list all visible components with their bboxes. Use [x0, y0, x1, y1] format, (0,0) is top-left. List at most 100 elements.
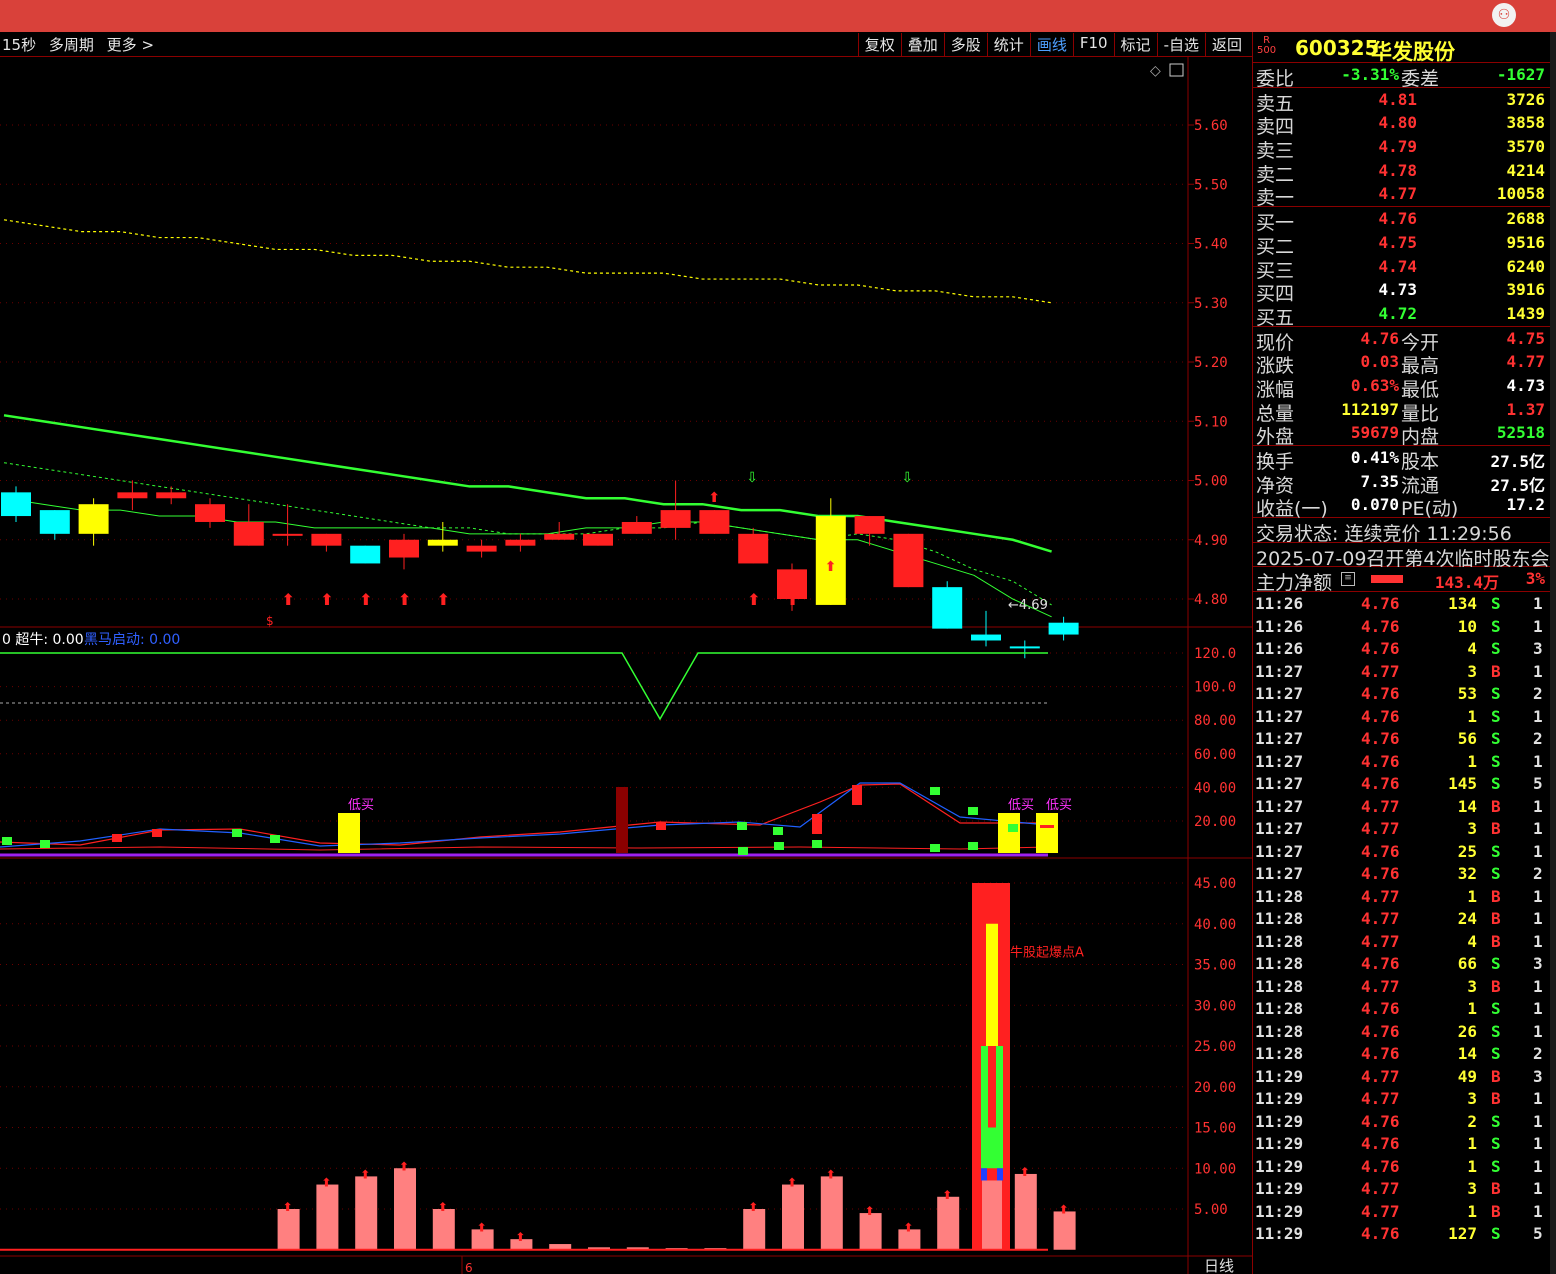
tick-count: 1 [1533, 1201, 1543, 1221]
order-volume: 3726 [1506, 89, 1545, 109]
tick-volume: 1 [1467, 1134, 1477, 1154]
tick-count: 1 [1533, 796, 1543, 816]
tick-price: 4.76 [1361, 684, 1400, 704]
tick-volume: 24 [1457, 909, 1477, 929]
buy-arrow-icon: ⬆ [282, 590, 295, 609]
tick-price: 4.76 [1361, 639, 1400, 659]
draw-line-button[interactable]: 画线 [1029, 33, 1073, 56]
price-tick-label: 5.50 [1194, 177, 1228, 193]
tick-price: 4.76 [1361, 594, 1400, 614]
buy-row: 买一 4.76 2688 [1253, 207, 1556, 234]
tick-row: 11:28 4.76 14 S 2 [1253, 1042, 1556, 1065]
period-15s[interactable]: 15秒 [2, 36, 36, 54]
volume-arrow-icon: ⬆ [438, 1200, 448, 1214]
tick-row: 11:29 4.76 127 S 5 [1253, 1222, 1556, 1245]
indicator-tick-label: 40.00 [1194, 780, 1236, 796]
tick-row: 11:28 4.76 66 S 3 [1253, 952, 1556, 975]
tick-volume: 3 [1467, 1089, 1477, 1109]
more-menu[interactable]: 更多 > [107, 36, 154, 54]
multi-stock-button[interactable]: 多股 [943, 33, 987, 56]
stat-value: 52518 [1496, 423, 1545, 443]
tick-list[interactable]: 11:26 4.76 134 S 1 11:26 4.76 10 S 1 11:26 4.76 4 S 3 1… [1253, 592, 1556, 1245]
right-scroll-edge[interactable] [1550, 32, 1556, 1274]
order-price: 4.74 [1378, 256, 1417, 276]
tick-time: 11:27 [1255, 684, 1304, 704]
candle-body [971, 634, 1001, 641]
low-price-label: ←4.69 [1008, 598, 1048, 613]
tick-row: 11:29 4.76 1 S 1 [1253, 1155, 1556, 1178]
order-volume: 3858 [1506, 113, 1545, 133]
tick-row: 11:26 4.76 134 S 1 [1253, 592, 1556, 615]
tick-count: 1 [1533, 706, 1543, 726]
mark-button[interactable]: 标记 [1113, 33, 1157, 56]
main-net-pct: 3% [1525, 569, 1545, 589]
stat-row: 外盘 59679 内盘 52518 [1253, 421, 1556, 448]
candle-body [272, 533, 303, 536]
stat-value: 17.2 [1506, 495, 1545, 515]
volume-tick-label: 35.00 [1194, 958, 1236, 974]
stats-button[interactable]: 统计 [986, 33, 1030, 56]
tick-price: 4.77 [1361, 1089, 1400, 1109]
back-button[interactable]: 返回 [1204, 33, 1248, 56]
candle-body [932, 587, 963, 629]
tick-price: 4.76 [1361, 1111, 1400, 1131]
signal-arrow-icon: ⬆ [825, 559, 837, 575]
price-tick-label: 4.80 [1194, 592, 1228, 608]
tick-count: 1 [1533, 931, 1543, 951]
tick-time: 11:28 [1255, 999, 1304, 1019]
tick-time: 11:27 [1255, 706, 1304, 726]
tick-price: 4.76 [1361, 954, 1400, 974]
fuquan-button[interactable]: 复权 [857, 33, 901, 56]
volume-arrow-icon: ⬆ [748, 1200, 758, 1214]
tick-row: 11:28 4.77 4 B 1 [1253, 930, 1556, 953]
tick-time: 11:29 [1255, 1201, 1304, 1221]
legend-chaoniu: 0 超牛: 0.00 [2, 632, 84, 648]
volume-arrow-icon: ⬆ [283, 1200, 293, 1214]
period-label: 日线 [1204, 1257, 1234, 1274]
stat-value: 112197 [1341, 399, 1399, 419]
notice-row[interactable]: 2025-07-09召开第4次临时股东会 [1253, 543, 1556, 570]
indicator-bar [968, 807, 978, 815]
sell-row: 卖五 4.81 3726 [1253, 88, 1556, 115]
tick-count: 2 [1533, 864, 1543, 884]
volume-arrow-icon: ⬆ [399, 1159, 409, 1173]
candle-body [350, 545, 381, 564]
list-icon[interactable]: ≡ [1341, 572, 1355, 587]
diamond-icon: ◇ [1150, 63, 1161, 79]
signal-s-icon: $ [266, 614, 274, 628]
indicator-bar [1040, 825, 1054, 828]
f10-button[interactable]: F10 [1072, 33, 1114, 56]
stat-row: 换手 0.41% 股本 27.5亿 [1253, 446, 1556, 473]
buy-arrow-icon: ⬆ [786, 590, 799, 609]
tick-count: 5 [1533, 774, 1543, 794]
watchlist-remove-button[interactable]: -自选 [1156, 33, 1205, 56]
order-price: 4.81 [1378, 89, 1417, 109]
user-icon[interactable]: ⚇ [1492, 3, 1516, 27]
stat-row: 现价 4.76 今开 4.75 [1253, 327, 1556, 354]
candle-body [699, 510, 730, 534]
tick-volume: 2 [1467, 1111, 1477, 1131]
tick-time: 11:27 [1255, 751, 1304, 771]
chart-area[interactable]: ◇ 5.60 5.50 5.40 5.30 5.20 5.10 5.00 4.90 4.80 ⬆ ⬆ ⬆… [0, 57, 1252, 1274]
price-tick-label: 5.10 [1194, 414, 1228, 430]
tick-row: 11:27 4.77 3 B 1 [1253, 660, 1556, 683]
price-tick-label: 5.30 [1194, 296, 1228, 312]
stat-row: 总量 112197 量比 1.37 [1253, 398, 1556, 425]
stock-name: 华发股份 [1371, 40, 1455, 64]
stat-value: 4.77 [1506, 352, 1545, 372]
candle-body [1009, 646, 1040, 649]
buy-signal-label: 低买 [348, 798, 374, 813]
tick-volume: 1 [1467, 999, 1477, 1019]
price-tick-label: 5.40 [1194, 237, 1228, 253]
tick-price: 4.76 [1361, 706, 1400, 726]
overlay-button[interactable]: 叠加 [900, 33, 944, 56]
tick-time: 11:29 [1255, 1179, 1304, 1199]
tick-direction: S [1491, 751, 1501, 771]
tick-direction: S [1491, 1111, 1501, 1131]
stat-row: 涨跌 0.03 最高 4.77 [1253, 350, 1556, 377]
main-net-value: 143.4万 [1434, 573, 1499, 593]
index-badge: R 500 [1257, 35, 1277, 56]
tick-volume: 1 [1467, 706, 1477, 726]
indicator-bar [774, 842, 784, 850]
multi-period[interactable]: 多周期 [49, 36, 94, 54]
